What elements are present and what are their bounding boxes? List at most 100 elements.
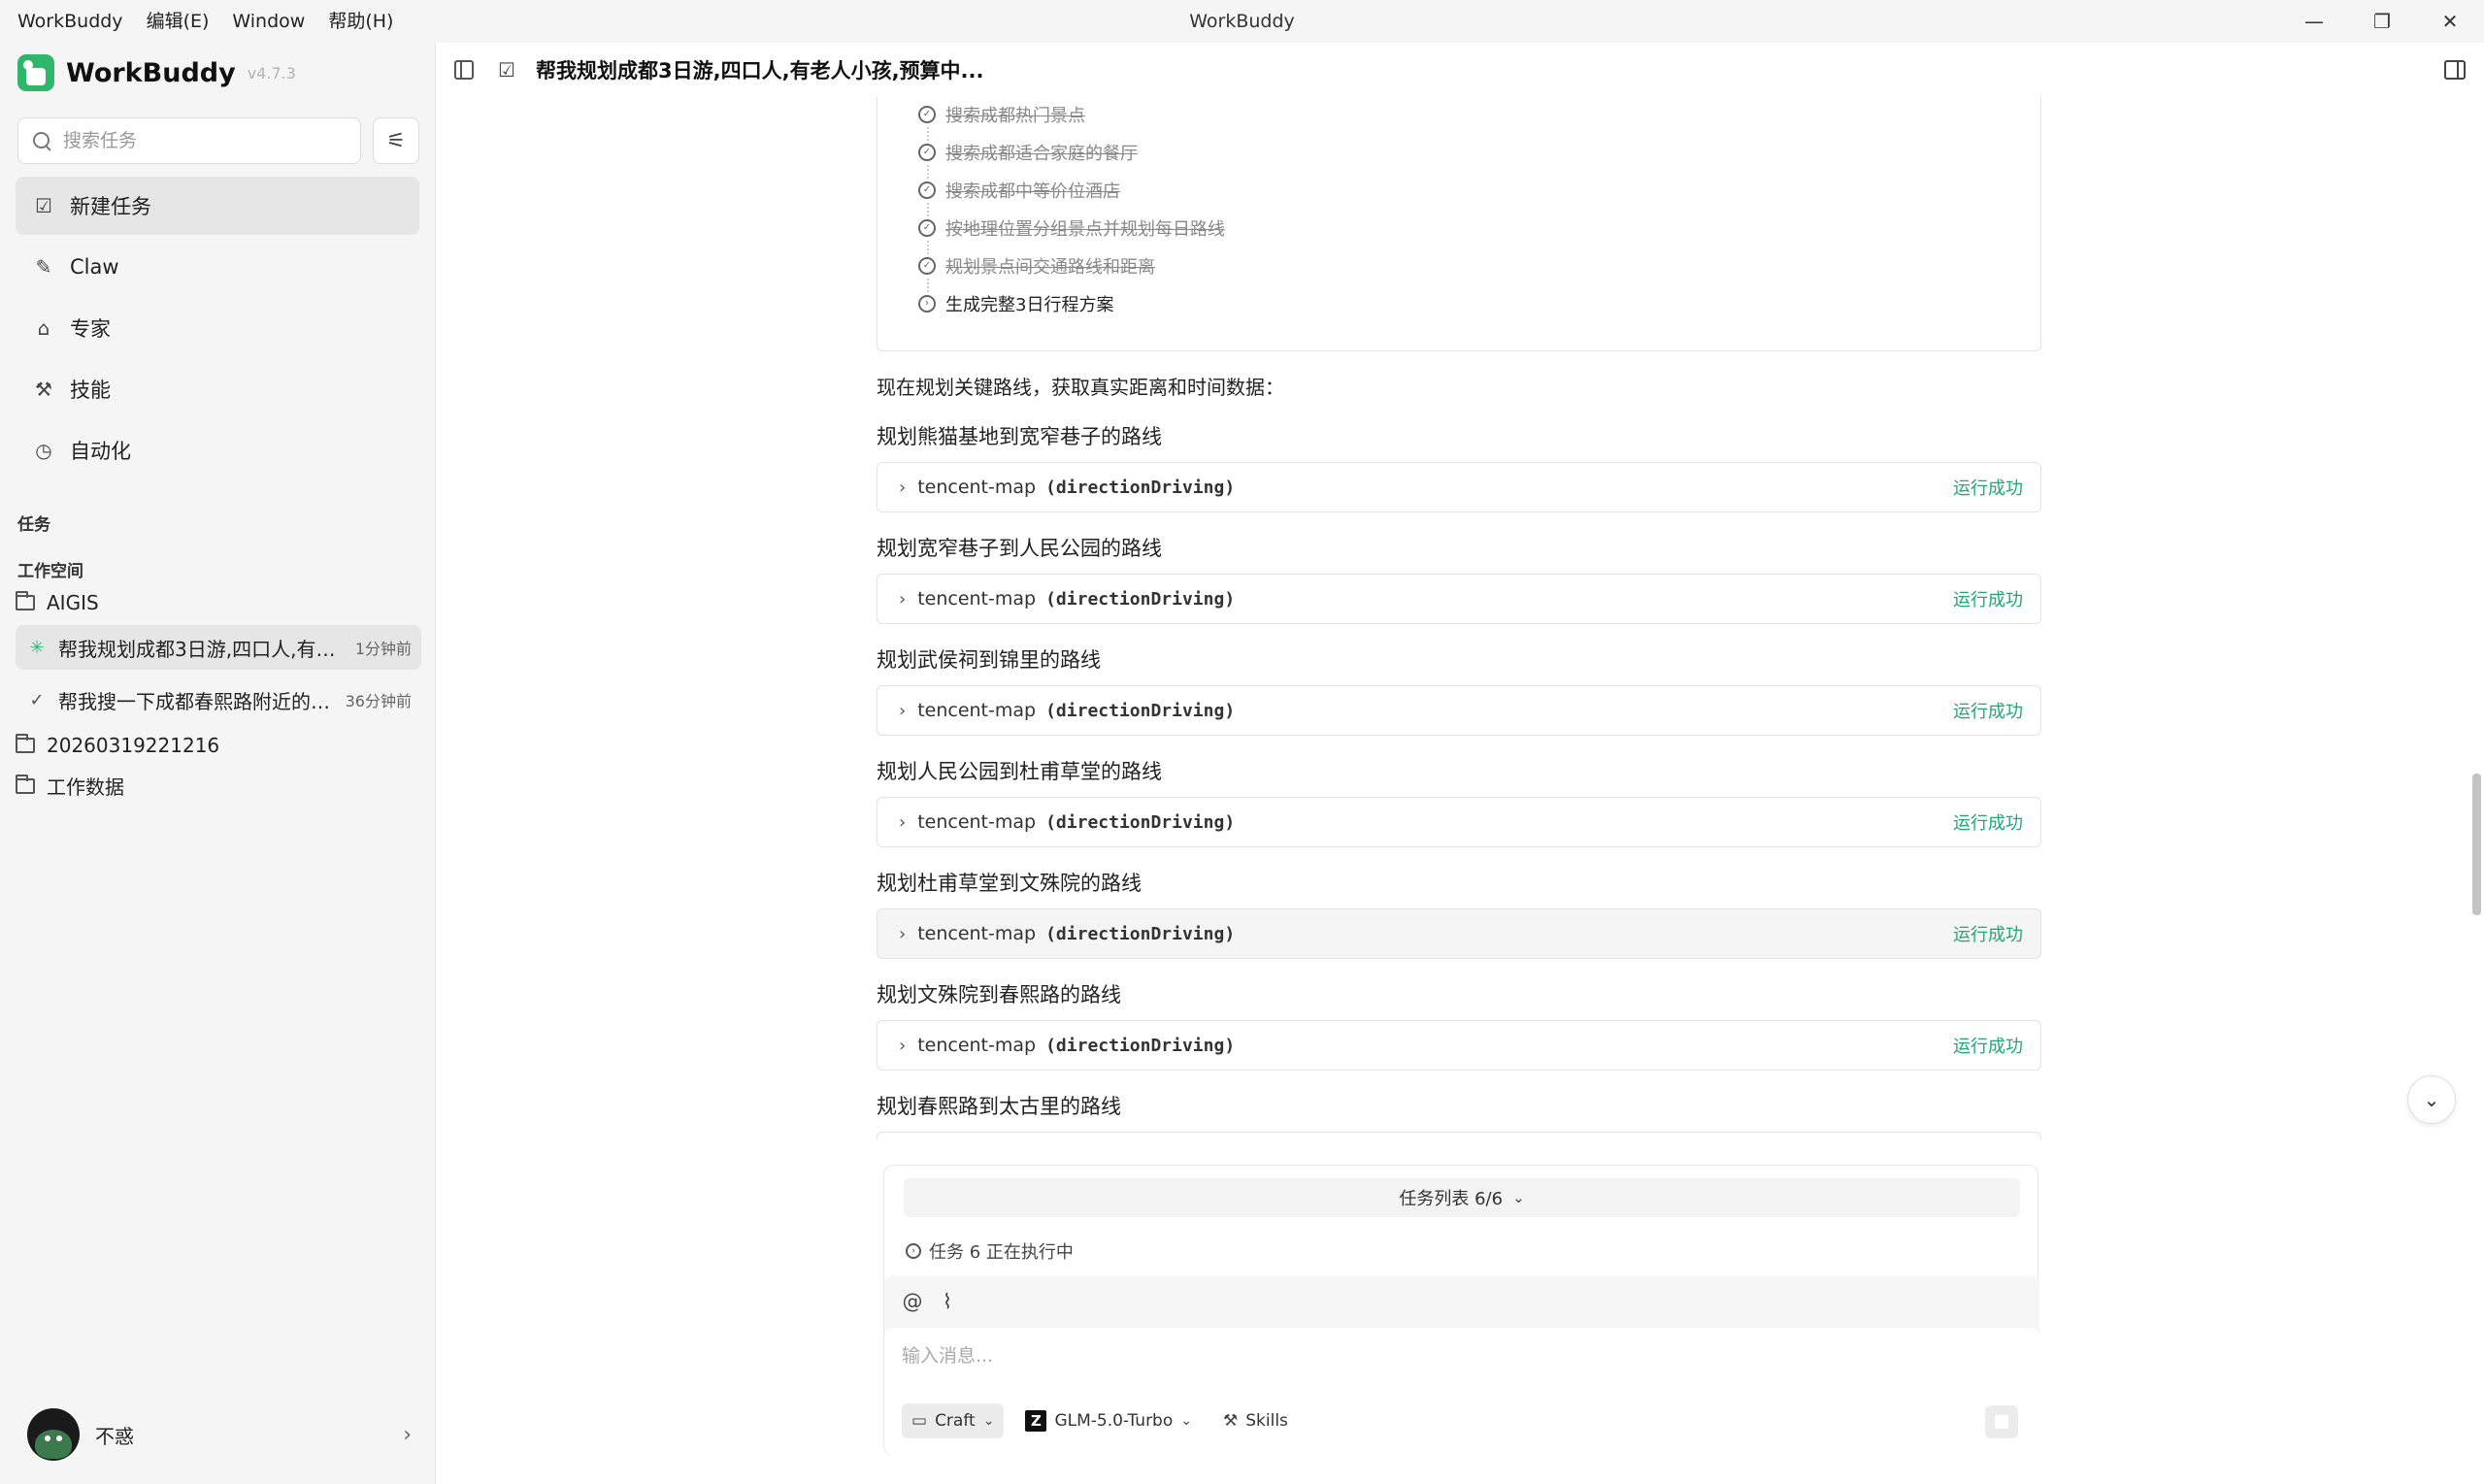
sidebar-item-label: 技能	[70, 379, 111, 402]
folder-aigis[interactable]: AIGIS	[16, 591, 99, 614]
conversation-content: ✓ 搜索成都热门景点 ✓ 搜索成都适合家庭的餐厅 ✓ 搜索成都中等价位酒店 ✓ …	[877, 97, 2041, 1140]
skills-icon: ⚒	[35, 378, 52, 401]
composer-panel: 任务列表 6/6 ⌄ › 任务 6 正在执行中 @ ⌇ ▭ Craft ⌄ Z …	[883, 1165, 2039, 1456]
workbuddy-logo-icon	[17, 54, 54, 91]
send-button[interactable]	[1985, 1405, 2018, 1438]
right-panel-toggle[interactable]	[2439, 54, 2470, 85]
tool-call-card[interactable]: › tencent-map (directionDriving) 运行成功	[877, 797, 2041, 847]
model-selector[interactable]: Z GLM-5.0-Turbo ⌄	[1015, 1403, 1202, 1438]
task-running-label: 任务 6 正在执行中	[929, 1242, 1074, 1263]
chevron-right-icon: ›	[899, 588, 907, 610]
task-time: 36分钟前	[345, 692, 412, 710]
sidebar-item-expert[interactable]: ⌂ 专家	[16, 299, 419, 357]
skills-button[interactable]: ⚒ Skills	[1213, 1403, 1298, 1438]
task-title: 帮我规划成都3日游,四口人,有老人小孩,预算中等	[58, 637, 346, 661]
user-profile[interactable]: 不惑 ›	[27, 1408, 412, 1461]
folder-work-data[interactable]: 工作数据	[16, 772, 124, 800]
brand: WorkBuddy v4.7.3	[17, 54, 296, 91]
folder-icon: ▭	[911, 1411, 928, 1431]
attach-button[interactable]: ⌇	[933, 1287, 962, 1316]
sidebar-item-new-task[interactable]: ☑ 新建任务	[16, 177, 419, 235]
task-list-toggle[interactable]: 任务列表 6/6 ⌄	[904, 1178, 2020, 1217]
route-heading: 规划武侯祠到锦里的路线	[877, 648, 1101, 672]
user-name: 不惑	[95, 1424, 134, 1448]
task-item-chengdu-trip[interactable]: ✳ 帮我规划成都3日游,四口人,有老人小孩,预算中等 1分钟前	[16, 625, 421, 670]
search-input[interactable]	[63, 130, 345, 151]
message-composer: @ ⌇ ▭ Craft ⌄ Z GLM-5.0-Turbo ⌄ ⚒ Skills	[884, 1275, 2039, 1456]
task-status-button[interactable]: ☑	[491, 54, 522, 85]
page-title: 帮我规划成都3日游,四口人,有老人小孩,预算中...	[536, 59, 984, 82]
new-task-icon: ☑	[35, 194, 52, 217]
status-badge: 运行成功	[1953, 590, 2023, 610]
todo-item: ✓ 搜索成都适合家庭的餐厅	[918, 140, 1138, 165]
menu-app[interactable]: WorkBuddy	[0, 0, 135, 43]
tool-name: tencent-map	[917, 477, 1037, 498]
tool-name: tencent-map	[917, 811, 1037, 833]
chevron-right-icon: ›	[899, 700, 907, 721]
filter-button[interactable]: ⚟	[373, 117, 419, 164]
menubar: WorkBuddy 编辑(E) Window 帮助(H) WorkBuddy —…	[0, 0, 2484, 43]
scrollbar[interactable]	[2472, 774, 2481, 915]
route-heading: 规划人民公园到杜甫草堂的路线	[877, 760, 1162, 783]
chevron-right-icon: ›	[899, 1035, 907, 1056]
tool-call-card[interactable]: › tencent-map (directionDriving) 运行成功	[877, 908, 2041, 959]
tool-method: (directionDriving)	[1045, 477, 1236, 498]
sidebar-nav: ☑ 新建任务 ✎ Claw ⌂ 专家 ⚒ 技能 ◷ 自动化	[16, 177, 419, 482]
minimize-button[interactable]: —	[2280, 0, 2348, 43]
task-item-food-search[interactable]: ✓ 帮我搜一下成都春熙路附近的美食推荐 36分钟前	[16, 677, 421, 722]
scroll-to-bottom-button[interactable]: ⌄	[2407, 1075, 2456, 1124]
intro-text: 现在规划关键路线，获取真实距离和时间数据：	[877, 376, 1284, 399]
sidebar-item-label: 专家	[70, 317, 111, 341]
check-circle-icon: ✓	[918, 257, 936, 275]
todo-label: 按地理位置分组景点并规划每日路线	[945, 219, 1225, 240]
search-box[interactable]	[17, 117, 361, 164]
todo-item: ✓ 搜索成都热门景点	[918, 102, 1085, 127]
search-icon	[32, 131, 51, 150]
restore-button[interactable]: ❐	[2348, 0, 2416, 43]
folder-icon	[16, 774, 35, 794]
mention-button[interactable]: @	[898, 1287, 927, 1316]
tool-call-card[interactable]: › tencent-map (directionDriving) 运行成功	[877, 462, 2041, 512]
message-input-box: ▭ Craft ⌄ Z GLM-5.0-Turbo ⌄ ⚒ Skills	[884, 1328, 2039, 1456]
task-title: 帮我搜一下成都春熙路附近的美食推荐	[58, 689, 336, 713]
tasks-section-label: 任务	[17, 515, 50, 535]
folder-label: AIGIS	[47, 591, 99, 614]
tool-call-card[interactable]: › tencent-map (directionDriving) 运行成功	[877, 1020, 2041, 1071]
clock-icon: ◷	[35, 439, 52, 462]
close-button[interactable]: ✕	[2416, 0, 2484, 43]
tool-call-card[interactable]: › tencent-map (directionDriving) 运行成功	[877, 685, 2041, 736]
message-input[interactable]	[902, 1341, 2008, 1380]
route-heading: 规划熊猫基地到宽窄巷子的路线	[877, 425, 1162, 448]
tool-method: (directionDriving)	[1045, 811, 1236, 833]
route-heading: 规划文殊院到春熙路的路线	[877, 983, 1121, 1006]
menu-help[interactable]: 帮助(H)	[316, 0, 405, 43]
route-heading: 规划宽窄巷子到人民公园的路线	[877, 537, 1162, 560]
brand-name: WorkBuddy	[66, 57, 236, 88]
menu-edit[interactable]: 编辑(E)	[135, 0, 221, 43]
todo-item-current: › 生成完整3日行程方案	[918, 291, 1113, 316]
chevron-right-icon: ›	[899, 923, 907, 944]
folder-label: 20260319221216	[47, 734, 220, 757]
folder-20260319221216[interactable]: 20260319221216	[16, 734, 219, 757]
sidebar-item-automation[interactable]: ◷ 自动化	[16, 421, 419, 479]
tool-call-card-partial	[877, 1132, 2041, 1140]
composer-tools: @ ⌇	[898, 1287, 968, 1316]
chevron-right-icon: ›	[403, 1422, 412, 1447]
mode-selector[interactable]: ▭ Craft ⌄	[902, 1403, 1005, 1438]
tool-name: tencent-map	[917, 588, 1037, 610]
todo-label: 生成完整3日行程方案	[945, 295, 1114, 315]
at-icon: @	[902, 1290, 923, 1313]
todo-label: 搜索成都热门景点	[945, 106, 1085, 126]
tool-name: tencent-map	[917, 923, 1037, 944]
folder-label: 工作数据	[47, 775, 124, 799]
todo-item: ✓ 规划景点间交通路线和距离	[918, 253, 1155, 279]
collapse-sidebar-button[interactable]	[448, 54, 480, 85]
todo-item: ✓ 按地理位置分组景点并规划每日路线	[918, 215, 1225, 241]
chevron-right-icon: ›	[899, 811, 907, 833]
tool-call-card[interactable]: › tencent-map (directionDriving) 运行成功	[877, 574, 2041, 624]
menu-window[interactable]: Window	[220, 0, 316, 43]
play-circle-icon: ›	[918, 295, 936, 313]
sidebar-item-skills[interactable]: ⚒ 技能	[16, 360, 419, 418]
skills-label: Skills	[1245, 1411, 1288, 1431]
sidebar-item-claw[interactable]: ✎ Claw	[16, 238, 419, 296]
